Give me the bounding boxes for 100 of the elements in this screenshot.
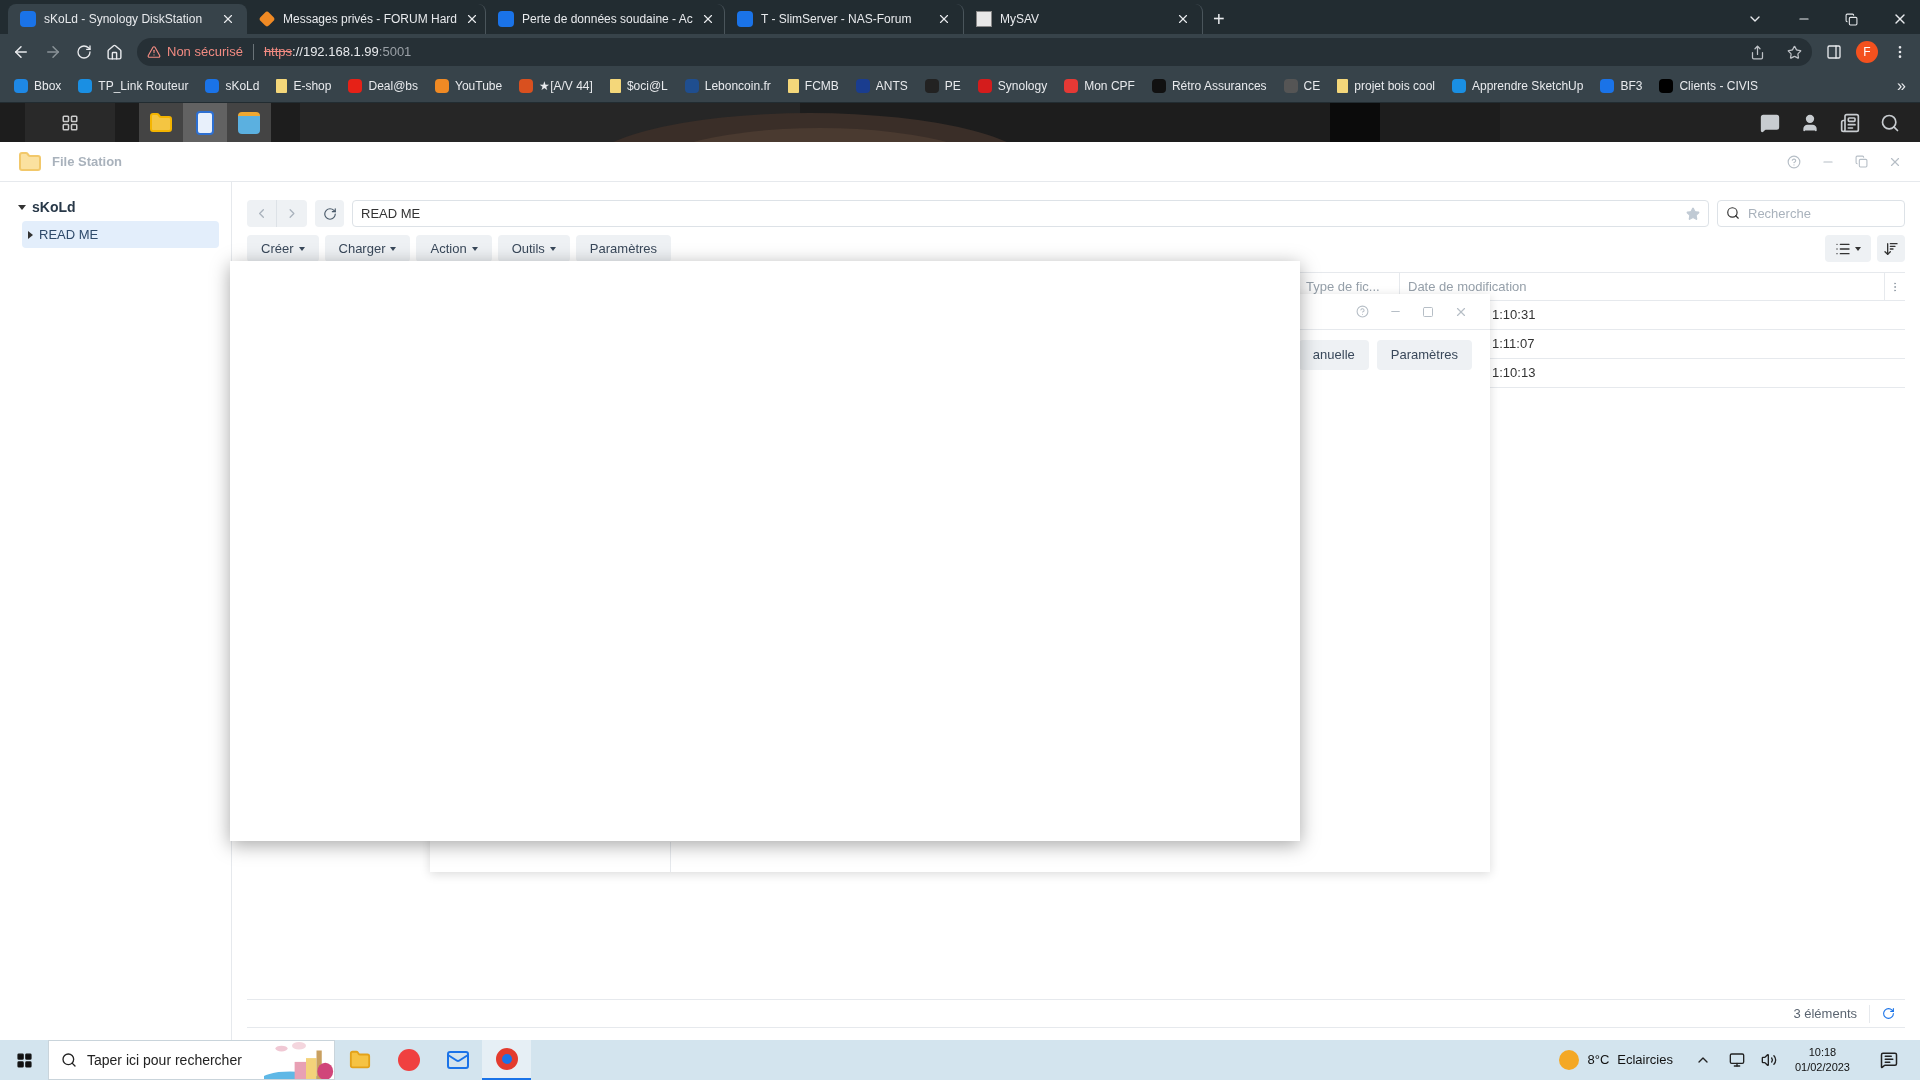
tree-item[interactable]: READ ME <box>22 221 219 248</box>
folder-icon <box>18 149 42 174</box>
bookmark-link[interactable]: Synology <box>997 77 1048 95</box>
chat-icon[interactable] <box>1760 112 1780 133</box>
share-icon[interactable] <box>1750 44 1765 60</box>
notifications-icon[interactable] <box>1880 1051 1898 1069</box>
back-icon[interactable] <box>12 43 30 61</box>
more-bookmarks-button[interactable]: » <box>1897 74 1906 98</box>
url-text: https://192.168.1.99:5001 <box>263 43 412 62</box>
table-cell-text: 1:10:13 <box>1492 364 1537 383</box>
toolbar-button[interactable]: Créer <box>247 235 319 262</box>
site-icon <box>855 79 870 93</box>
site-icon <box>924 79 939 93</box>
toolbar-button[interactable]: Paramètres <box>575 235 672 262</box>
home-icon[interactable] <box>106 43 123 61</box>
bookmark-link[interactable]: YouTube <box>455 77 503 95</box>
forward-icon[interactable] <box>44 43 62 61</box>
refresh-button[interactable] <box>315 200 344 227</box>
windows-icon <box>15 1051 33 1069</box>
bookmark-link[interactable]: TP_Link Routeur <box>98 77 189 95</box>
toolbar-button[interactable]: Action <box>416 235 492 262</box>
site-icon <box>14 79 28 93</box>
refresh-icon[interactable] <box>1882 1007 1895 1020</box>
refresh-icon <box>322 206 337 221</box>
caret-icon <box>28 230 33 239</box>
weather-text: Eclaircies <box>1617 1051 1673 1070</box>
site-icon <box>684 79 699 93</box>
site-icon <box>1151 79 1166 93</box>
site-icon <box>78 79 93 93</box>
site-icon <box>205 79 220 93</box>
search-icon[interactable] <box>1880 112 1900 133</box>
site-icon <box>519 79 534 93</box>
clock[interactable]: 10:18 01/02/2023 <box>1794 1045 1850 1075</box>
taskbar-search-box[interactable]: Taper ici pour rechercher <box>48 1040 335 1080</box>
search-field[interactable]: Recherche <box>1717 200 1905 227</box>
bookmark-link[interactable]: Rétro Assurances <box>1171 77 1267 95</box>
item-count: 3 éléments <box>1793 1004 1857 1023</box>
bookmark-link[interactable]: projet bois cool <box>1354 77 1435 95</box>
site-icon <box>1283 79 1298 93</box>
site-icon <box>348 79 363 93</box>
site-icon <box>20 11 36 27</box>
site-icon <box>1659 79 1674 93</box>
sort-icon <box>1883 240 1899 257</box>
folder-icon <box>276 79 288 93</box>
site-icon <box>737 11 753 27</box>
folder-icon <box>1337 79 1349 93</box>
user-icon[interactable] <box>1800 112 1820 133</box>
close-icon[interactable] <box>221 12 235 26</box>
browser-tab[interactable]: sKoLd - Synology DiskStation <box>8 4 247 34</box>
address-field[interactable]: Non sécurisé https://192.168.1.99:5001 <box>137 38 1812 66</box>
bookmark-link[interactable]: ★[A/V 44] <box>539 77 593 95</box>
bookmark-link[interactable]: Mon CPF <box>1084 77 1135 95</box>
bookmark-link[interactable]: ANTS <box>875 77 908 95</box>
site-icon <box>1600 79 1615 93</box>
caret-icon <box>18 205 26 210</box>
bookmark-link[interactable]: E-shop <box>293 77 332 95</box>
volume-icon[interactable] <box>1760 1052 1777 1068</box>
site-icon <box>977 79 992 93</box>
search-icon <box>61 1052 77 1068</box>
bookmark-link[interactable]: PE <box>944 77 961 95</box>
bookmark-link[interactable]: BF3 <box>1620 77 1643 95</box>
close-icon[interactable] <box>937 12 951 26</box>
bookmark-link[interactable]: sKoLd <box>225 77 260 95</box>
page-icon <box>976 11 992 27</box>
temperature-text: 8°C <box>1587 1051 1610 1070</box>
widgets-icon[interactable] <box>1840 112 1860 133</box>
security-label: Non sécurisé <box>167 43 243 62</box>
tree-item[interactable]: sKoLd <box>12 194 219 221</box>
reload-icon[interactable] <box>76 44 92 60</box>
new-tab-button[interactable]: + <box>1203 4 1235 34</box>
view-toggle-button[interactable] <box>1825 235 1871 262</box>
bookmark-link[interactable]: FCMB <box>804 77 839 95</box>
notes-app-icon[interactable] <box>183 103 227 142</box>
dialog-button[interactable]: Paramètres <box>1376 340 1472 370</box>
dialog-button[interactable]: anuelle <box>1298 340 1369 370</box>
bookmark-link[interactable]: Apprendre SketchUp <box>1472 77 1584 95</box>
caret-icon <box>1855 246 1861 251</box>
main-menu-button[interactable] <box>25 103 115 142</box>
window-title: File Station <box>52 152 123 171</box>
bookmark-link[interactable]: Leboncoin.fr <box>704 77 771 95</box>
sort-button[interactable] <box>1877 235 1905 262</box>
site-icon <box>1064 79 1079 93</box>
restore-icon[interactable] <box>1845 12 1858 26</box>
table-cell-text: 1:10:31 <box>1492 306 1537 325</box>
network-icon[interactable] <box>1728 1052 1745 1068</box>
bookmark-link[interactable]: CE <box>1303 77 1321 95</box>
search-icon <box>1726 206 1740 220</box>
bookmark-link[interactable]: Bbox <box>34 77 62 95</box>
side-panel-icon[interactable] <box>1826 44 1842 60</box>
bookmark-link[interactable]: $oci@L <box>626 77 668 95</box>
bookmark-link[interactable]: Deal@bs <box>368 77 418 95</box>
toolbar-button[interactable]: Outils <box>497 235 570 262</box>
star-icon[interactable] <box>1686 206 1700 221</box>
folder-icon <box>787 79 799 93</box>
site-icon <box>435 79 449 93</box>
star-icon[interactable] <box>1787 44 1802 60</box>
bookmark-link[interactable]: Clients - CIVIS <box>1679 77 1759 95</box>
close-icon[interactable] <box>1176 12 1190 26</box>
toolbar-button[interactable]: Charger <box>324 235 411 262</box>
table-cell-text: 1:11:07 <box>1492 335 1536 354</box>
